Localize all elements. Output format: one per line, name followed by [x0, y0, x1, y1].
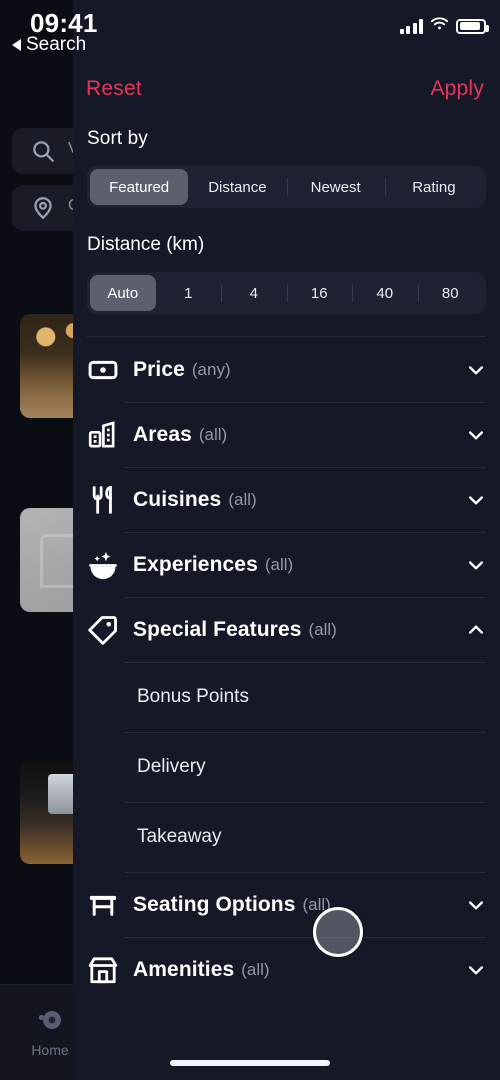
option-label: Bonus Points [137, 686, 249, 707]
chevron-down-icon[interactable] [466, 425, 486, 445]
distance-option-16[interactable]: 16 [286, 275, 353, 311]
filter-row-experiences[interactable]: Experiences (all) [87, 532, 486, 597]
sort-option-rating[interactable]: Rating [384, 169, 483, 205]
home-compass-icon [33, 1003, 67, 1037]
table-icon [87, 890, 119, 920]
filter-title: Experiences [133, 552, 258, 576]
banknote-icon [87, 355, 119, 385]
filter-value: (all) [241, 959, 270, 979]
filter-row-cuisines[interactable]: Cuisines (all) [87, 467, 486, 532]
distance-option-4[interactable]: 4 [221, 275, 287, 311]
search-icon [30, 138, 56, 164]
distance-option-80[interactable]: 80 [417, 275, 484, 311]
option-label: Delivery [137, 756, 206, 777]
filter-row-special-features[interactable]: Special Features (all) [87, 597, 486, 662]
filter-title: Special Features [133, 617, 302, 641]
filter-value: (all) [308, 619, 337, 639]
filter-title: Cuisines [133, 487, 222, 511]
wifi-icon [430, 16, 449, 36]
special-feature-option-takeaway[interactable]: Takeaway [87, 802, 486, 872]
chevron-down-icon[interactable] [466, 360, 486, 380]
filter-value: (all) [264, 554, 294, 574]
option-label: Takeaway [137, 826, 222, 847]
status-bar-indicators [399, 16, 489, 36]
distance-option-auto[interactable]: Auto [90, 275, 156, 311]
home-indicator[interactable] [170, 1060, 330, 1066]
location-pin-icon [30, 195, 56, 221]
filters-body: Sort by Featured Distance Newest Rating … [73, 120, 500, 1080]
status-bar: 09:41 Search [0, 0, 500, 58]
special-feature-option-bonus-points[interactable]: Bonus Points [87, 662, 486, 732]
distance-segmented-control: Auto 1 4 16 40 80 [87, 272, 486, 314]
distance-option-1[interactable]: 1 [156, 275, 222, 311]
chevron-down-icon[interactable] [466, 960, 486, 980]
sparkle-bowl-icon [87, 550, 119, 580]
special-feature-option-delivery[interactable]: Delivery [87, 732, 486, 802]
filters-header: Reset Apply [73, 58, 500, 120]
tag-icon [87, 615, 119, 645]
cellular-signal-icon [399, 18, 423, 34]
chevron-down-icon[interactable] [466, 555, 486, 575]
sort-option-newest[interactable]: Newest [286, 169, 385, 205]
filter-value: (any) [191, 359, 231, 379]
back-to-search-button[interactable]: Search [12, 34, 86, 56]
chevron-down-icon[interactable] [466, 490, 486, 510]
filter-row-seating-options[interactable]: Seating Options (all) [87, 872, 486, 937]
touch-indicator [313, 907, 363, 957]
chevron-down-icon[interactable] [466, 895, 486, 915]
filter-title: Price [133, 357, 185, 381]
sort-option-distance[interactable]: Distance [188, 169, 286, 205]
storefront-icon [87, 955, 119, 985]
filter-title: Seating Options [133, 892, 296, 916]
sort-segmented-control: Featured Distance Newest Rating [87, 166, 486, 208]
distance-label: Distance (km) [87, 234, 205, 255]
back-triangle-icon [12, 39, 21, 51]
filters-sheet: Reset Apply Sort by Featured Distance Ne… [73, 0, 500, 1080]
back-label: Search [26, 34, 87, 55]
filter-value: (all) [228, 489, 257, 509]
utensils-icon [87, 485, 119, 515]
reset-button[interactable]: Reset [86, 77, 142, 101]
sort-by-label: Sort by [87, 128, 148, 149]
filter-row-areas[interactable]: Areas (all) [87, 402, 486, 467]
battery-icon [456, 18, 489, 34]
filter-title: Amenities [133, 957, 235, 981]
filter-value: (all) [198, 424, 228, 444]
distance-option-40[interactable]: 40 [352, 275, 418, 311]
chevron-up-icon[interactable] [466, 620, 486, 640]
filter-row-price[interactable]: Price (any) [87, 337, 486, 402]
filter-title: Areas [133, 422, 192, 446]
sort-option-featured[interactable]: Featured [90, 169, 189, 205]
filter-row-amenities[interactable]: Amenities (all) [87, 937, 486, 1002]
apply-button[interactable]: Apply [430, 77, 484, 101]
phone-screen: V C Home [0, 0, 500, 1080]
building-icon [87, 420, 119, 450]
